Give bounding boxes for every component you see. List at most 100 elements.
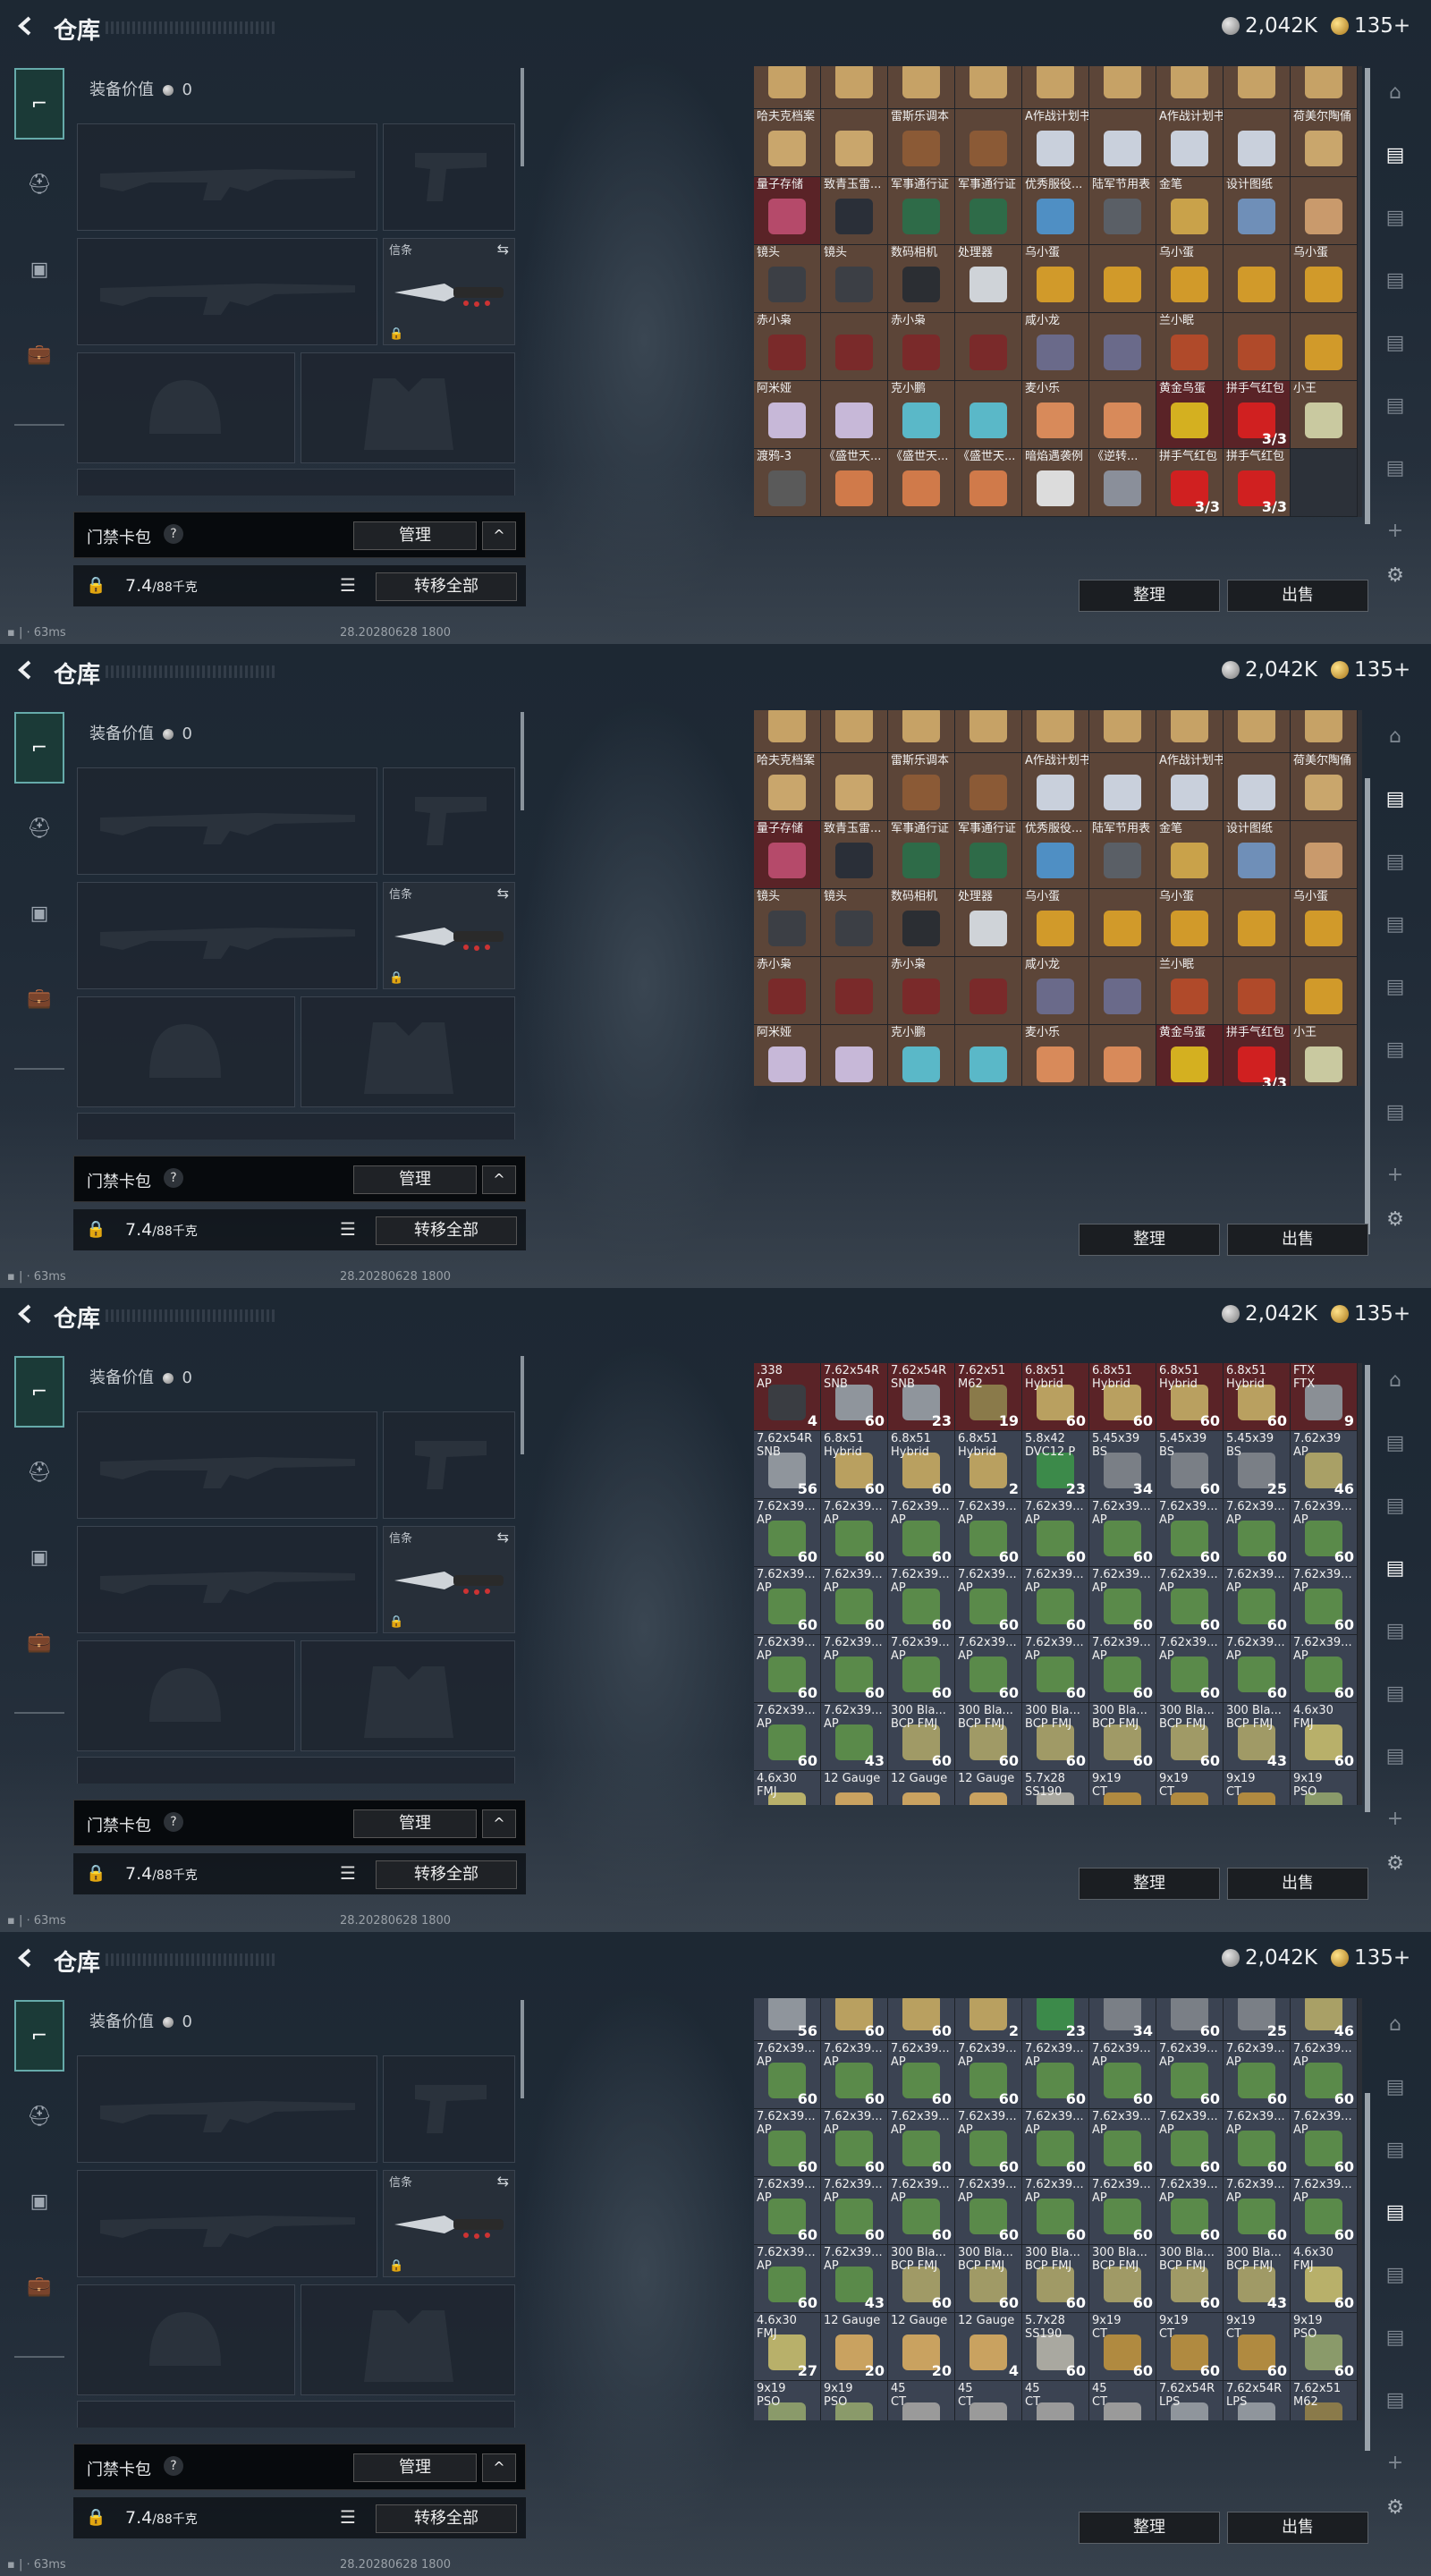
tab-weapons[interactable]: ⌐ <box>14 712 64 784</box>
inventory-item[interactable]: 12 Gauge4 <box>955 1771 1022 1805</box>
inventory-item[interactable]: 7.62x39... AP 60 <box>955 1499 1022 1567</box>
inventory-item[interactable]: 兰小眠 <box>1156 957 1224 1025</box>
inventory-item[interactable] <box>1022 66 1089 109</box>
inventory-item[interactable]: 雷斯乐调本 <box>888 109 955 177</box>
inventory-item[interactable]: 雷斯乐调本 <box>888 753 955 821</box>
inventory-item[interactable]: 军事通行证 <box>888 177 955 245</box>
tab-warehouse-4[interactable]: ▤ <box>1377 2195 1413 2231</box>
inventory-item[interactable]: 7.62x39... AP 60 <box>1089 1567 1156 1635</box>
helmet-slot[interactable] <box>77 2284 295 2395</box>
gold-currency[interactable]: 135+ <box>1331 658 1410 682</box>
warehouse-scrollbar[interactable] <box>1365 778 1370 1234</box>
manage-button[interactable]: 管理 <box>353 2453 477 2482</box>
inventory-item[interactable] <box>1224 313 1291 381</box>
tab-warehouse-7[interactable]: ▤ <box>1377 1739 1413 1775</box>
tab-warehouse-5[interactable]: ▤ <box>1377 2258 1413 2293</box>
tab-warehouse-6[interactable]: ▤ <box>1377 1032 1413 1068</box>
inventory-item[interactable]: 拼手气红包 3/3 <box>1156 449 1224 517</box>
inventory-item[interactable] <box>821 710 888 753</box>
inventory-item[interactable] <box>754 710 821 753</box>
inventory-item[interactable]: 7.62x39... AP 60 <box>1022 1499 1089 1567</box>
inventory-item[interactable]: 7.62x51 M62 19 <box>955 1363 1022 1431</box>
inventory-item[interactable]: 拼手气红包 3/3 <box>1224 381 1291 449</box>
inventory-item[interactable]: 7.62x39... AP 60 <box>955 2177 1022 2245</box>
inventory-item[interactable]: 56 <box>754 1998 821 2041</box>
back-arrow-icon[interactable] <box>16 1948 36 1968</box>
armor-slot[interactable] <box>301 1640 515 1751</box>
backpack-slot[interactable] <box>77 469 515 496</box>
inventory-item[interactable]: 60 <box>1156 1998 1224 2041</box>
transfer-all-button[interactable]: 转移全部 <box>376 572 517 601</box>
inventory-item[interactable] <box>1291 449 1358 517</box>
inventory-item[interactable]: 9x19PSO 60 <box>1291 2313 1358 2381</box>
inventory-item[interactable]: 12 Gauge 20 <box>821 2313 888 2381</box>
primary-weapon-slot[interactable] <box>77 1411 377 1519</box>
tab-warehouse-3[interactable]: ▤ <box>1377 200 1413 236</box>
tab-warehouse-6[interactable]: ▤ <box>1377 2320 1413 2356</box>
list-icon[interactable]: ☰ <box>340 1862 356 1884</box>
sort-button[interactable]: 整理 <box>1079 1224 1220 1256</box>
tab-weapons[interactable]: ⌐ <box>14 1356 64 1428</box>
gold-currency[interactable]: 135+ <box>1331 14 1410 38</box>
inventory-item[interactable]: 哈夫克档案 <box>754 109 821 177</box>
inventory-item[interactable] <box>888 710 955 753</box>
inventory-item[interactable]: 7.62x39... AP 60 <box>754 1635 821 1703</box>
inventory-item[interactable]: 7.62x39... AP 60 <box>1022 1567 1089 1635</box>
inventory-item[interactable]: 46 <box>1291 1998 1358 2041</box>
inventory-item[interactable]: 咸小龙 <box>1022 957 1089 1025</box>
inventory-item[interactable] <box>1089 710 1156 753</box>
inventory-item[interactable]: 7.62x39... AP 60 <box>821 2109 888 2177</box>
inventory-item[interactable]: 300 Bla... BCP FMJ 60 <box>1089 1703 1156 1771</box>
inventory-item[interactable]: 6.8x51 Hybrid 60 <box>821 1431 888 1499</box>
tab-warehouse-5[interactable]: ▤ <box>1377 1614 1413 1649</box>
inventory-item[interactable]: 7.62x39... AP 60 <box>1224 2109 1291 2177</box>
tab-warehouse-5[interactable]: ▤ <box>1377 970 1413 1005</box>
inventory-item[interactable]: 阿米娅 <box>754 1025 821 1086</box>
inventory-item[interactable]: 7.62x39... AP 60 <box>1291 1567 1358 1635</box>
inventory-item[interactable]: 麦小乐 <box>1022 1025 1089 1086</box>
inventory-item[interactable]: 黄金鸟蛋 <box>1156 1025 1224 1086</box>
tab-vest[interactable]: ▣ <box>14 1521 64 1593</box>
inventory-item[interactable]: 9x19CT 60 <box>1089 2313 1156 2381</box>
help-icon[interactable]: ? <box>164 2456 183 2476</box>
inventory-item[interactable]: 麦小乐 <box>1022 381 1089 449</box>
inventory-item[interactable]: 拼手气红包 3/3 <box>1224 449 1291 517</box>
inventory-item[interactable]: 7.62x51M6260 <box>1291 2381 1358 2420</box>
inventory-item[interactable]: 优秀服役... <box>1022 177 1089 245</box>
inventory-item[interactable]: 7.62x39 AP 46 <box>1291 1431 1358 1499</box>
inventory-item[interactable]: 7.62x39... AP 60 <box>821 2177 888 2245</box>
warehouse-grid[interactable]: 哈夫克档案 雷斯乐调本 A作战计划书 A作战计划书 荷美尔陶俑 量子存储 致青玉雷... 军事… <box>754 710 1362 1086</box>
backpack-slot[interactable] <box>77 1757 515 1784</box>
inventory-item[interactable]: 7.62x39... AP 60 <box>1291 1635 1358 1703</box>
transfer-all-button[interactable]: 转移全部 <box>376 2504 517 2533</box>
inventory-item[interactable] <box>821 109 888 177</box>
secondary-weapon-slot[interactable] <box>77 1526 377 1633</box>
tab-helmet[interactable]: ⛑ <box>14 2080 64 2152</box>
inventory-item[interactable]: 34 <box>1089 1998 1156 2041</box>
inventory-item[interactable]: 300 Bla... BCP FMJ 60 <box>955 1703 1022 1771</box>
inventory-item[interactable]: 7.62x39... AP 60 <box>754 2245 821 2313</box>
inventory-item[interactable]: 7.62x39... AP 60 <box>1156 2041 1224 2109</box>
tab-helmet[interactable]: ⛑ <box>14 792 64 864</box>
inventory-item[interactable]: A作战计划书 <box>1022 109 1089 177</box>
inventory-item[interactable] <box>1156 710 1224 753</box>
inventory-item[interactable] <box>1224 889 1291 957</box>
settings-button[interactable]: ⚙ <box>1377 558 1413 594</box>
help-icon[interactable]: ? <box>164 524 183 544</box>
inventory-item[interactable]: 阿米娅 <box>754 381 821 449</box>
tab-warehouse-4[interactable]: ▤ <box>1377 1551 1413 1587</box>
warehouse-grid[interactable]: 哈夫克档案 雷斯乐调本 A作战计划书 A作战计划书 荷美尔陶俑 量子存储 致青玉雷... 军事… <box>754 66 1362 517</box>
inventory-item[interactable]: 《盛世天... <box>955 449 1022 517</box>
pistol-slot[interactable] <box>383 767 515 875</box>
inventory-item[interactable]: 致青玉雷... <box>821 821 888 889</box>
inventory-item[interactable]: 拼手气红包 3/3 <box>1224 1025 1291 1086</box>
equipment-scrollbar[interactable] <box>521 68 524 166</box>
inventory-item[interactable]: 赤小枭 <box>888 957 955 1025</box>
inventory-item[interactable]: 4.6x30FMJ 27 <box>754 2313 821 2381</box>
inventory-item[interactable]: 7.62x39... AP 60 <box>1224 1567 1291 1635</box>
inventory-item[interactable]: 6.8x51 Hybrid 60 <box>1224 1363 1291 1431</box>
inventory-item[interactable]: 7.62x39... AP 60 <box>754 1703 821 1771</box>
tab-warehouse-main[interactable]: ⌂ <box>1377 1363 1413 1399</box>
settings-button[interactable]: ⚙ <box>1377 2490 1413 2526</box>
primary-weapon-slot[interactable] <box>77 123 377 231</box>
